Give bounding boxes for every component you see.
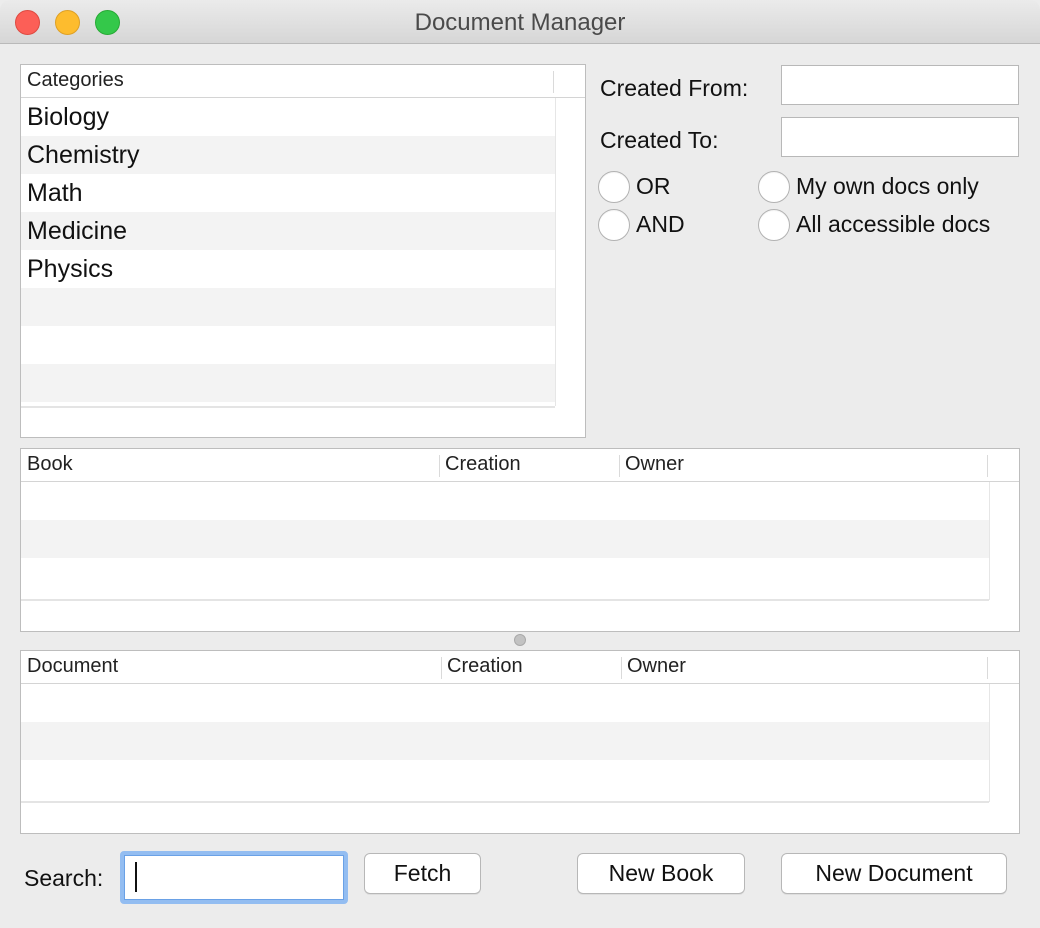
empty-row: [21, 558, 989, 596]
horizontal-scrollbar-track[interactable]: [21, 801, 989, 803]
or-radio[interactable]: [598, 171, 630, 203]
categories-table[interactable]: Categories Biology Chemistry Math Medici…: [20, 64, 586, 438]
category-label: Math: [27, 179, 83, 207]
fetch-button[interactable]: Fetch: [364, 853, 481, 894]
vertical-scrollbar-track[interactable]: [555, 98, 585, 406]
text-cursor: [135, 862, 137, 892]
books-header-row: Book Creation Owner: [21, 449, 1019, 482]
owner-column-header[interactable]: Owner: [627, 655, 686, 678]
vertical-scrollbar-track[interactable]: [989, 684, 1019, 802]
splitter-handle[interactable]: [514, 634, 526, 646]
and-radio[interactable]: [598, 209, 630, 241]
category-row-chemistry[interactable]: Chemistry: [21, 136, 555, 174]
books-table[interactable]: Book Creation Owner: [20, 448, 1020, 632]
new-document-button[interactable]: New Document: [781, 853, 1007, 894]
empty-row: [21, 722, 989, 760]
empty-row: [21, 520, 989, 558]
empty-row: [21, 326, 555, 364]
creation-column-header[interactable]: Creation: [447, 655, 523, 678]
column-separator: [619, 455, 620, 477]
created-from-label: Created From:: [600, 75, 749, 101]
search-input[interactable]: [120, 851, 348, 904]
or-radio-label[interactable]: OR: [636, 173, 671, 200]
column-separator: [553, 71, 554, 93]
category-label: Chemistry: [27, 141, 140, 169]
horizontal-scrollbar-track[interactable]: [21, 599, 989, 601]
empty-row: [21, 364, 555, 402]
creation-column-header[interactable]: Creation: [445, 453, 521, 476]
book-column-header[interactable]: Book: [27, 453, 73, 476]
created-to-label: Created To:: [600, 127, 719, 153]
and-radio-label[interactable]: AND: [636, 211, 685, 238]
window-title: Document Manager: [414, 9, 626, 36]
all-accessible-docs-radio[interactable]: [758, 209, 790, 241]
column-separator: [987, 455, 988, 477]
vertical-scrollbar-track[interactable]: [989, 482, 1019, 600]
category-label: Physics: [27, 255, 114, 283]
column-separator: [621, 657, 622, 679]
owner-column-header[interactable]: Owner: [625, 453, 684, 476]
created-from-field[interactable]: [781, 65, 1019, 105]
category-row-medicine[interactable]: Medicine: [21, 212, 555, 250]
created-to-field[interactable]: [781, 117, 1019, 157]
column-separator: [441, 657, 442, 679]
column-separator: [439, 455, 440, 477]
empty-row: [21, 482, 989, 520]
search-label: Search:: [24, 865, 104, 891]
my-own-docs-radio-label[interactable]: My own docs only: [796, 173, 979, 200]
my-own-docs-radio[interactable]: [758, 171, 790, 203]
document-manager-window: Document Manager Categories Biology Chem…: [0, 0, 1040, 928]
document-column-header[interactable]: Document: [27, 655, 118, 678]
categories-column-header[interactable]: Categories: [27, 69, 124, 92]
horizontal-scrollbar-track[interactable]: [21, 406, 555, 408]
empty-row: [21, 288, 555, 326]
column-separator: [987, 657, 988, 679]
empty-row: [21, 760, 989, 798]
documents-table[interactable]: Document Creation Owner: [20, 650, 1020, 834]
documents-header-row: Document Creation Owner: [21, 651, 1019, 684]
new-book-button[interactable]: New Book: [577, 853, 745, 894]
category-label: Biology: [27, 103, 109, 131]
categories-header-row: Categories: [21, 65, 585, 98]
title-bar: Document Manager: [0, 0, 1040, 44]
category-label: Medicine: [27, 217, 128, 245]
all-accessible-docs-radio-label[interactable]: All accessible docs: [796, 211, 990, 238]
empty-row: [21, 684, 989, 722]
category-row-biology[interactable]: Biology: [21, 98, 555, 136]
category-row-physics[interactable]: Physics: [21, 250, 555, 288]
category-row-math[interactable]: Math: [21, 174, 555, 212]
